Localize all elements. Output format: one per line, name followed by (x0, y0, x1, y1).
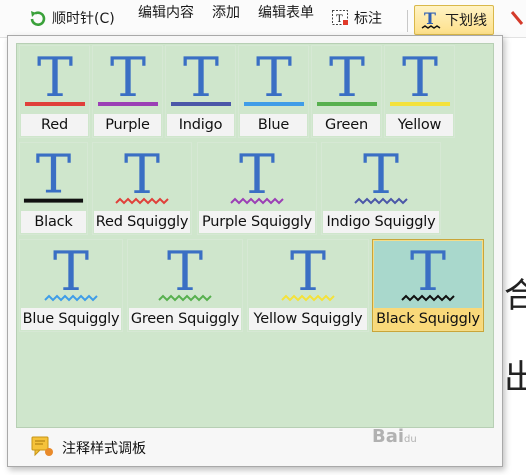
toolbar: 顺时针(C) 编辑内容 添加 编辑表单 T 标注 T 下划线 (0, 0, 526, 38)
svg-text:T: T (109, 46, 145, 109)
underline-preview-icon: T (373, 240, 483, 306)
baidu-watermark: Baidu (372, 426, 417, 447)
underline-style-label: Purple Squiggly (199, 211, 315, 233)
underline-preview-icon: T (198, 143, 316, 209)
rotate-clockwise-icon (28, 8, 48, 28)
underline-style-label: Blue Squiggly (21, 308, 121, 330)
svg-text:T: T (36, 144, 71, 206)
underline-style-gallery: T Red T Purple T Indigo T Blue T Green T Yellow T Bla… (16, 43, 494, 428)
underline-preview-icon: T (20, 46, 89, 112)
underline-t-icon: T (421, 9, 441, 31)
toolbar-divider (407, 10, 408, 32)
underline-style-label: Black (21, 211, 86, 233)
underline-style-label: Indigo Squiggly (323, 211, 439, 233)
underline-style-label: Yellow (386, 114, 453, 136)
svg-text:T: T (401, 46, 437, 109)
underline-style-label: Red (21, 114, 88, 136)
underline-style-purple[interactable]: T Purple (92, 45, 163, 138)
underline-style-label: Black Squiggly (374, 308, 482, 330)
underline-style-red[interactable]: T Red (19, 45, 90, 138)
underline-preview-icon: T (385, 46, 454, 112)
add-label: 添加 (212, 5, 240, 21)
svg-text:T: T (53, 240, 89, 303)
underline-style-indigo-squiggly[interactable]: T Indigo Squiggly (321, 142, 441, 235)
underline-style-yellow[interactable]: T Yellow (384, 45, 455, 138)
svg-text:T: T (36, 46, 72, 109)
document-text-fragment: 出 (504, 358, 526, 398)
annotation-box-icon: T (330, 8, 350, 28)
rotate-clockwise-label: 顺时针(C) (52, 11, 115, 27)
underline-style-label: Blue (240, 114, 307, 136)
underline-preview-icon: T (20, 240, 122, 306)
underline-label: 下划线 (445, 13, 487, 29)
underline-style-purple-squiggly[interactable]: T Purple Squiggly (197, 142, 317, 235)
svg-text:T: T (255, 46, 291, 109)
underline-style-blue[interactable]: T Blue (238, 45, 309, 138)
annotation-template-label: 注释样式调板 (62, 441, 146, 457)
underline-style-label: Indigo (167, 114, 234, 136)
underline-preview-icon: T (322, 143, 440, 209)
document-text-fragment: 合 (504, 276, 526, 316)
underline-style-label: Green (313, 114, 380, 136)
edit-content-menu[interactable]: 编辑内容 (138, 0, 194, 28)
edit-form-menu[interactable]: 编辑表单 (258, 0, 314, 28)
underline-style-dropdown: T Red T Purple T Indigo T Blue T Green T Yellow T Bla… (7, 35, 503, 467)
underline-style-label: Yellow Squiggly (249, 308, 367, 330)
annotate-label: 标注 (354, 11, 382, 27)
underline-style-yellow-squiggly[interactable]: T Yellow Squiggly (247, 239, 369, 332)
add-menu[interactable]: 添加 (212, 0, 240, 28)
underline-style-red-squiggly[interactable]: T Red Squiggly (92, 142, 192, 235)
svg-text:T: T (424, 9, 436, 28)
svg-text:T: T (239, 143, 275, 206)
underline-preview-icon: T (312, 46, 381, 112)
underline-preview-icon: T (239, 46, 308, 112)
edit-form-label: 编辑表单 (258, 5, 314, 21)
underline-style-label: Green Squiggly (129, 308, 241, 330)
underline-preview-icon: T (248, 240, 368, 306)
underline-style-label: Red Squiggly (94, 211, 190, 233)
underline-style-black[interactable]: T Black (19, 142, 88, 235)
underline-style-label: Purple (94, 114, 161, 136)
underline-style-green[interactable]: T Green (311, 45, 382, 138)
overflow-tool-icon[interactable] (510, 2, 526, 34)
underline-style-indigo[interactable]: T Indigo (165, 45, 236, 138)
svg-text:T: T (124, 143, 160, 206)
svg-text:T: T (336, 14, 343, 25)
underline-style-black-squiggly[interactable]: T Black Squiggly (372, 239, 484, 332)
edit-content-label: 编辑内容 (138, 5, 194, 21)
underline-button[interactable]: T 下划线 (414, 5, 494, 35)
underline-preview-icon: T (128, 240, 242, 306)
underline-preview-icon: T (93, 143, 191, 209)
svg-text:T: T (290, 240, 326, 303)
svg-text:T: T (182, 46, 218, 109)
underline-preview-icon: T (166, 46, 235, 112)
annotate-button[interactable]: T 标注 (330, 2, 382, 34)
note-palette-icon (30, 435, 54, 461)
annotation-template-button[interactable]: 注释样式调板 (30, 436, 146, 460)
underline-preview-icon: T (20, 143, 87, 209)
svg-text:T: T (410, 240, 446, 303)
underline-preview-icon: T (93, 46, 162, 112)
underline-style-green-squiggly[interactable]: T Green Squiggly (127, 239, 243, 332)
svg-text:T: T (167, 240, 203, 303)
svg-text:T: T (363, 143, 399, 206)
rotate-clockwise-button[interactable]: 顺时针(C) (28, 2, 115, 34)
svg-text:T: T (328, 46, 364, 109)
underline-style-blue-squiggly[interactable]: T Blue Squiggly (19, 239, 123, 332)
